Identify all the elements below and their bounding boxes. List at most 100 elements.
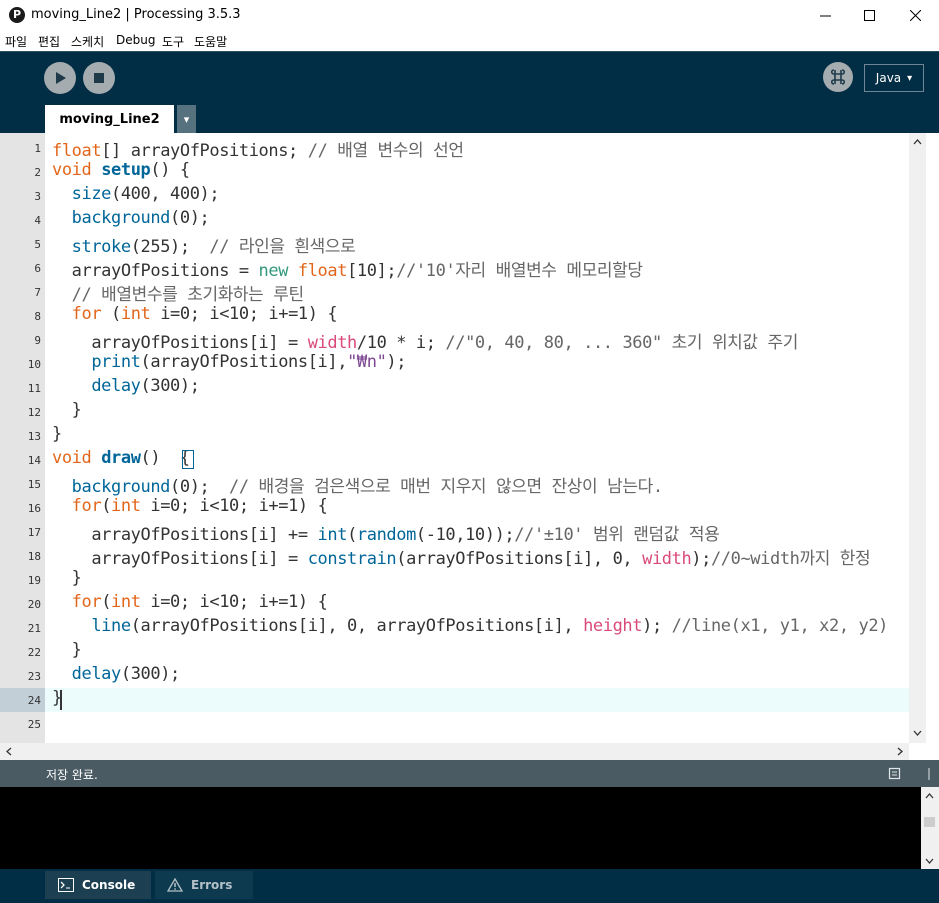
- code-token: //0~width까지 한정: [710, 549, 871, 569]
- tab-menu-button[interactable]: ▾: [177, 105, 196, 133]
- line-number: 10: [27, 358, 41, 371]
- line-number: 21: [27, 622, 41, 635]
- editor-vertical-scrollbar[interactable]: [909, 133, 926, 743]
- menu-help[interactable]: 도움말: [194, 33, 227, 50]
- chevron-right-icon[interactable]: [896, 747, 905, 756]
- code-token: i=0; i<10; i+=1) {: [140, 592, 328, 612]
- line-number: 7: [34, 286, 41, 299]
- code-line[interactable]: }: [52, 640, 82, 660]
- code-token: background: [71, 477, 171, 497]
- line-number: 1: [34, 142, 41, 155]
- chevron-down-icon[interactable]: [925, 857, 934, 866]
- console-output[interactable]: [0, 787, 921, 869]
- code-token: (400, 400);: [111, 184, 220, 204]
- menu-tools[interactable]: 도구: [162, 33, 184, 50]
- collapse-console-icon[interactable]: [924, 768, 934, 780]
- debugger-icon: [830, 69, 846, 85]
- tab-errors[interactable]: Errors: [155, 871, 253, 899]
- minimize-button[interactable]: [802, 0, 848, 31]
- code-line[interactable]: for(int i=0; i<10; i+=1) {: [52, 592, 328, 612]
- code-line[interactable]: float[] arrayOfPositions; // 배열 변수의 선언: [52, 136, 464, 161]
- debugger-button[interactable]: [823, 62, 853, 92]
- code-token: background: [71, 208, 171, 228]
- code-line[interactable]: }: [52, 568, 82, 588]
- stop-button[interactable]: [83, 62, 115, 94]
- clipboard-icon[interactable]: [888, 766, 902, 780]
- editor-horizontal-scrollbar[interactable]: [0, 743, 909, 760]
- console-scrollbar[interactable]: [921, 787, 939, 869]
- code-token: );: [691, 549, 711, 569]
- menu-edit[interactable]: 편집: [38, 33, 60, 50]
- line-number: 14: [27, 454, 41, 467]
- code-token: constrain: [307, 549, 397, 569]
- stop-icon: [94, 73, 104, 83]
- code-line[interactable]: stroke(255); // 라인을 흰색으로: [52, 232, 356, 257]
- line-number: 15: [27, 478, 41, 491]
- code-line[interactable]: }: [52, 424, 62, 444]
- code-token: //'10'자리 배열변수 메모리할당: [396, 261, 643, 281]
- menu-file[interactable]: 파일: [5, 33, 27, 50]
- mode-selector[interactable]: Java ▾: [864, 64, 924, 92]
- code-line[interactable]: print(arrayOfPositions[i],"₩n");: [52, 352, 406, 372]
- console-icon: [58, 878, 74, 892]
- line-number: 23: [27, 670, 41, 683]
- code-token: line: [91, 616, 131, 636]
- right-margin: [926, 133, 939, 760]
- line-number: 16: [27, 502, 41, 515]
- play-icon: [56, 72, 66, 84]
- code-token: arrayOfPositions =: [52, 261, 259, 281]
- maximize-button[interactable]: [846, 0, 892, 31]
- menu-sketch[interactable]: 스케치: [71, 33, 104, 50]
- code-token: arrayOfPositions[i] =: [52, 549, 308, 569]
- code-line[interactable]: }: [52, 400, 82, 420]
- code-line[interactable]: background(0); // 배경을 검은색으로 매번 지우지 않으면 잔…: [52, 472, 663, 497]
- chevron-up-icon[interactable]: [925, 791, 934, 800]
- run-button[interactable]: [44, 62, 76, 94]
- code-token: (300);: [140, 376, 200, 396]
- code-line[interactable]: arrayOfPositions[i] = width/10 * i; //"0…: [52, 328, 798, 353]
- chevron-up-icon[interactable]: [913, 137, 922, 146]
- code-token: size: [71, 184, 112, 204]
- line-number: 8: [34, 310, 41, 323]
- code-token: // 배열변수를 초기화하는 루틴: [71, 285, 304, 305]
- close-button[interactable]: [892, 0, 938, 31]
- tab-moving-line2[interactable]: moving_Line2: [45, 105, 174, 133]
- code-line[interactable]: delay(300);: [52, 376, 200, 396]
- code-token: arrayOfPositions[i] =: [52, 333, 308, 353]
- tab-console[interactable]: Console: [45, 871, 151, 899]
- code-token: print: [91, 352, 141, 372]
- code-token: }: [52, 424, 62, 444]
- code-line[interactable]: line(arrayOfPositions[i], 0, arrayOfPosi…: [52, 616, 888, 636]
- code-line[interactable]: delay(300);: [52, 664, 181, 684]
- chevron-left-icon[interactable]: [4, 747, 13, 756]
- chevron-down-icon[interactable]: [913, 729, 922, 738]
- code-line[interactable]: for (int i=0; i<10; i+=1) {: [52, 304, 338, 324]
- code-line[interactable]: for(int i=0; i<10; i+=1) {: [52, 496, 328, 516]
- code-line[interactable]: arrayOfPositions = new float[10];//'10'자…: [52, 256, 643, 281]
- code-token: delay: [71, 664, 122, 684]
- line-number: 20: [27, 598, 41, 611]
- code-line[interactable]: background(0);: [52, 208, 210, 228]
- line-number: 13: [27, 430, 41, 443]
- scroll-thumb[interactable]: [924, 817, 935, 827]
- code-line[interactable]: arrayOfPositions[i] += int(random(-10,10…: [52, 520, 719, 545]
- code-line[interactable]: void draw() {: [52, 448, 190, 468]
- code-token: float: [52, 141, 102, 161]
- code-token: random: [356, 525, 416, 545]
- line-number: 4: [34, 214, 41, 227]
- code-line[interactable]: size(400, 400);: [52, 184, 220, 204]
- code-token: }: [52, 568, 82, 588]
- code-line[interactable]: // 배열변수를 초기화하는 루틴: [52, 280, 304, 305]
- chevron-down-icon: ▾: [183, 112, 190, 126]
- code-token: /10 * i;: [356, 333, 446, 353]
- code-line[interactable]: void setup() {: [52, 160, 190, 180]
- text-cursor: [60, 690, 62, 710]
- menu-debug[interactable]: Debug: [116, 33, 155, 47]
- code-token: for: [71, 592, 102, 612]
- code-line[interactable]: arrayOfPositions[i] = constrain(arrayOfP…: [52, 544, 870, 569]
- code-token: (255);: [130, 237, 210, 257]
